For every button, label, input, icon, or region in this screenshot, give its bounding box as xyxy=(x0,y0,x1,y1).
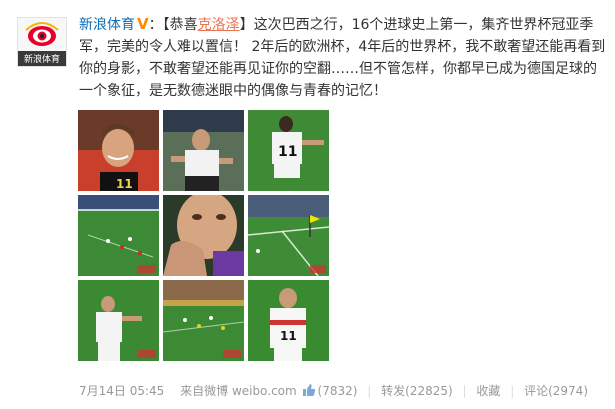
action-separator: | xyxy=(367,384,372,398)
comment-button[interactable]: 评论(2974) xyxy=(524,384,588,398)
action-separator: | xyxy=(510,384,515,398)
svg-text:11: 11 xyxy=(278,144,297,160)
weibo-post: 新浪体育 新浪体育 V：【恭喜克洛泽】这次巴西之行，16个进球史上第一，集齐世界杯… xyxy=(0,0,615,409)
repost-button[interactable]: 转发(22825) xyxy=(381,384,453,398)
action-bar: (7832) | 转发(22825) | 收藏 | 评论(2974) xyxy=(302,380,588,402)
post-timestamp-link[interactable]: 7月14日 05:45 xyxy=(79,384,164,398)
post-text: 新浪体育 V：【恭喜克洛泽】这次巴西之行，16个进球史上第一，集齐世界杯冠亚季军，… xyxy=(79,13,609,102)
verified-badge-icon[interactable]: V xyxy=(137,15,149,33)
post-footer: 7月14日 05:45 来自微博 weibo.com (7832) | 转发(2… xyxy=(79,380,594,402)
photo-thumbnail-4[interactable] xyxy=(78,195,159,276)
photo-thumbnail-2[interactable] xyxy=(163,110,244,191)
avatar-caption: 新浪体育 xyxy=(24,53,60,65)
source-label: 来自 xyxy=(180,384,205,398)
photo-thumbnail-9[interactable]: 11 xyxy=(248,280,329,361)
action-separator: | xyxy=(462,384,467,398)
like-button[interactable]: (7832) xyxy=(302,384,358,398)
photo-thumbnail-7[interactable] xyxy=(78,280,159,361)
svg-text:11: 11 xyxy=(116,177,133,191)
favorite-button[interactable]: 收藏 xyxy=(476,384,500,398)
author-name-link[interactable]: 新浪体育 xyxy=(79,17,135,33)
svg-text:11: 11 xyxy=(280,329,297,343)
author-avatar[interactable]: 新浪体育 xyxy=(17,17,67,67)
post-tag-close: 】 xyxy=(239,17,254,33)
sina-eye-logo-icon: 新浪体育 xyxy=(18,18,66,66)
author-colon: ： xyxy=(148,17,163,33)
photo-thumbnail-3[interactable]: 11 xyxy=(248,110,329,191)
image-grid: 11 11 11 xyxy=(78,110,329,361)
photo-thumbnail-5[interactable] xyxy=(163,195,244,276)
source-link[interactable]: 微博 weibo.com xyxy=(204,384,297,398)
thumbs-up-icon xyxy=(302,384,315,396)
like-count: (7832) xyxy=(317,384,358,398)
photo-thumbnail-1[interactable]: 11 xyxy=(78,110,159,191)
photo-thumbnail-8[interactable] xyxy=(163,280,244,361)
photo-thumbnail-6[interactable] xyxy=(248,195,329,276)
post-tag-open: 【恭喜 xyxy=(162,17,198,33)
mention-klose-link[interactable]: 克洛泽 xyxy=(198,17,240,33)
